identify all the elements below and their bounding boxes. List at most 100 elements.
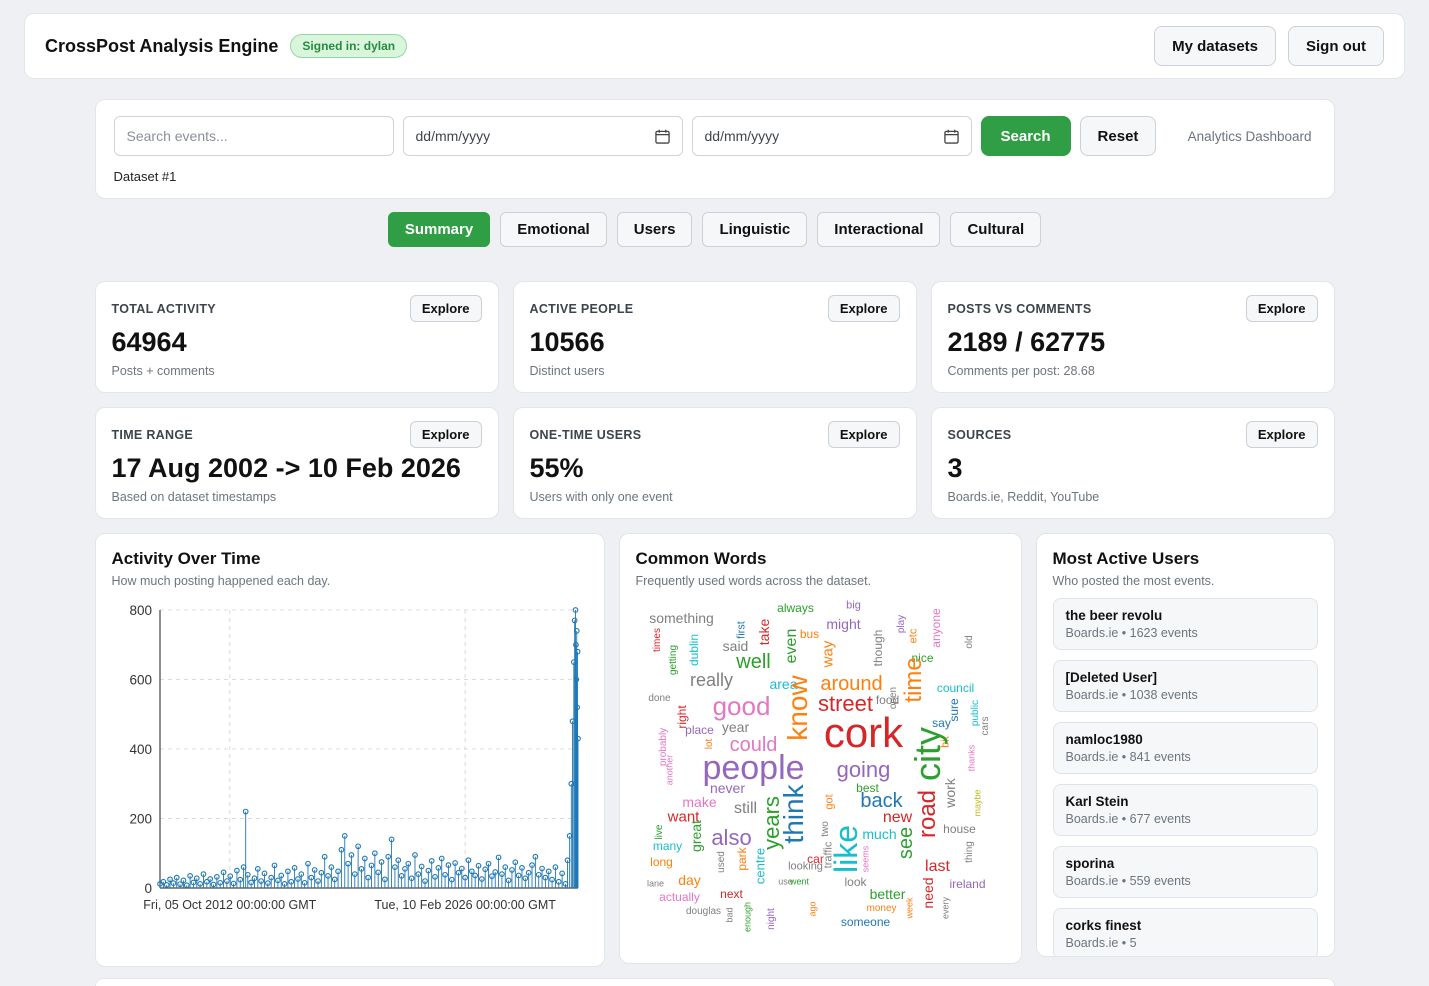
cloud-word: enough: [743, 902, 752, 932]
user-name: Karl Stein: [1066, 794, 1305, 809]
cloud-word: got: [824, 794, 835, 809]
date-from-placeholder: dd/mm/yyyy: [416, 128, 491, 144]
explore-button[interactable]: Explore: [1246, 421, 1318, 448]
user-name: namloc1980: [1066, 732, 1305, 747]
cloud-word: lot: [705, 739, 715, 750]
cloud-word: night: [767, 908, 777, 930]
date-to-field[interactable]: dd/mm/yyyy: [692, 116, 972, 156]
stat-title: ONE-TIME USERS: [530, 428, 642, 442]
search-input[interactable]: [114, 116, 394, 156]
tab-emotional[interactable]: Emotional: [500, 212, 607, 247]
cloud-word: though: [872, 630, 884, 667]
stat-subtitle: Distinct users: [530, 364, 900, 378]
stat-value: 17 Aug 2002 -> 10 Feb 2026: [112, 453, 482, 484]
user-row[interactable]: the beer revoluBoards.ie • 1623 events: [1053, 598, 1318, 650]
cloud-word: play: [897, 615, 907, 633]
user-row[interactable]: [Deleted User] Boards.ie • 1038 events: [1053, 660, 1318, 712]
cloud-word: see: [896, 827, 916, 859]
date-from-field[interactable]: dd/mm/yyyy: [403, 116, 683, 156]
svg-text:Tue, 10 Feb 2026 00:00:00 GMT: Tue, 10 Feb 2026 00:00:00 GMT: [374, 898, 556, 912]
stat-title: POSTS VS COMMENTS: [948, 302, 1092, 316]
cloud-word: also: [711, 827, 751, 849]
common-words-title: Common Words: [636, 549, 1005, 569]
cloud-word: place: [685, 724, 714, 736]
user-name: corks finest: [1066, 918, 1305, 933]
cloud-word: many: [653, 840, 682, 852]
tabs: Summary Emotional Users Linguistic Interacti…: [95, 212, 1335, 247]
user-row[interactable]: sporinaBoards.ie • 559 events: [1053, 846, 1318, 898]
cloud-word: two: [821, 821, 831, 837]
cloud-word: back: [860, 791, 902, 811]
cloud-word: week: [905, 897, 914, 918]
svg-text:400: 400: [129, 742, 152, 757]
cloud-word: ireland: [949, 878, 985, 890]
activity-chart-panel: Activity Over Time How much posting happ…: [95, 533, 605, 967]
cloud-word: bad: [725, 907, 734, 922]
stat-subtitle: Users with only one event: [530, 490, 900, 504]
user-detail: Boards.ie • 1623 events: [1066, 626, 1305, 640]
activity-chart: 0200400600800Fri, 05 Oct 2012 00:00:00 G…: [112, 596, 588, 933]
dataset-label: Dataset #1: [114, 169, 1316, 184]
stat-card-5: SOURCESExplore3Boards.ie, Reddit, YouTub…: [931, 407, 1335, 519]
word-cloud: somethingalwaysbigmightplayetcanyonenice…: [636, 596, 1008, 952]
filter-row: dd/mm/yyyy dd/mm/yyyy Search Reset: [114, 116, 1316, 156]
user-detail: Boards.ie • 559 events: [1066, 874, 1305, 888]
svg-text:Fri, 05 Oct 2012 00:00:00 GMT: Fri, 05 Oct 2012 00:00:00 GMT: [143, 898, 316, 912]
tab-summary[interactable]: Summary: [388, 212, 490, 247]
cloud-word: big: [846, 601, 861, 612]
app-title: CrossPost Analysis Engine: [45, 36, 278, 57]
cloud-word: take: [757, 619, 771, 645]
explore-button[interactable]: Explore: [410, 421, 482, 448]
cloud-word: new: [883, 810, 912, 826]
bottom-grid: Activity Over Time How much posting happ…: [95, 533, 1335, 967]
tab-interactional[interactable]: Interactional: [817, 212, 940, 247]
user-row[interactable]: Karl Stein Boards.ie • 677 events: [1053, 784, 1318, 836]
explore-button[interactable]: Explore: [1246, 295, 1318, 322]
stat-subtitle: Boards.ie, Reddit, YouTube: [948, 490, 1318, 504]
my-datasets-button[interactable]: My datasets: [1154, 26, 1276, 66]
user-row[interactable]: corks finest Boards.ie • 5: [1053, 908, 1318, 957]
cloud-word: done: [648, 694, 670, 704]
tab-users[interactable]: Users: [617, 212, 693, 247]
stat-title: SOURCES: [948, 428, 1012, 442]
cloud-word: council: [937, 682, 974, 694]
stat-subtitle: Comments per post: 28.68: [948, 364, 1318, 378]
activity-chart-svg: 0200400600800Fri, 05 Oct 2012 00:00:00 G…: [112, 596, 586, 928]
most-active-users-title: Most Active Users: [1053, 549, 1318, 569]
common-words-panel: Common Words Frequently used words acros…: [619, 533, 1022, 964]
signed-in-badge: Signed in: dylan: [290, 34, 407, 58]
cloud-word: dublin: [688, 634, 700, 666]
cloud-word: last: [925, 859, 950, 875]
user-detail: Boards.ie • 5: [1066, 936, 1305, 950]
svg-text:200: 200: [129, 812, 152, 827]
user-detail: Boards.ie • 677 events: [1066, 812, 1305, 826]
cloud-word: great: [689, 820, 703, 852]
user-row[interactable]: namloc1980Boards.ie • 841 events: [1053, 722, 1318, 774]
user-name: [Deleted User]: [1066, 670, 1305, 685]
svg-text:0: 0: [144, 881, 152, 896]
tab-linguistic[interactable]: Linguistic: [702, 212, 807, 247]
cloud-word: next: [720, 888, 743, 900]
header-card: CrossPost Analysis Engine Signed in: dyl…: [24, 13, 1405, 79]
cloud-word: went: [790, 878, 809, 887]
stat-value: 10566: [530, 327, 900, 358]
reset-button[interactable]: Reset: [1080, 116, 1157, 156]
explore-button[interactable]: Explore: [828, 421, 900, 448]
cloud-word: every: [941, 897, 950, 919]
search-button[interactable]: Search: [981, 116, 1071, 156]
cloud-word: anyone: [930, 608, 942, 647]
cloud-word: park: [736, 847, 748, 870]
cloud-word: public: [971, 700, 981, 726]
stat-title: TOTAL ACTIVITY: [112, 302, 216, 316]
cloud-word: way: [820, 641, 835, 668]
tab-cultural[interactable]: Cultural: [950, 212, 1041, 247]
cloud-word: times: [653, 628, 663, 652]
cloud-word: getting: [669, 645, 679, 675]
explore-button[interactable]: Explore: [410, 295, 482, 322]
users-list: the beer revoluBoards.ie • 1623 events [D…: [1053, 598, 1318, 957]
cloud-word: actually: [659, 891, 700, 903]
cloud-word: need: [921, 877, 935, 908]
sign-out-button[interactable]: Sign out: [1288, 26, 1384, 66]
explore-button[interactable]: Explore: [828, 295, 900, 322]
user-detail: Boards.ie • 1038 events: [1066, 688, 1305, 702]
